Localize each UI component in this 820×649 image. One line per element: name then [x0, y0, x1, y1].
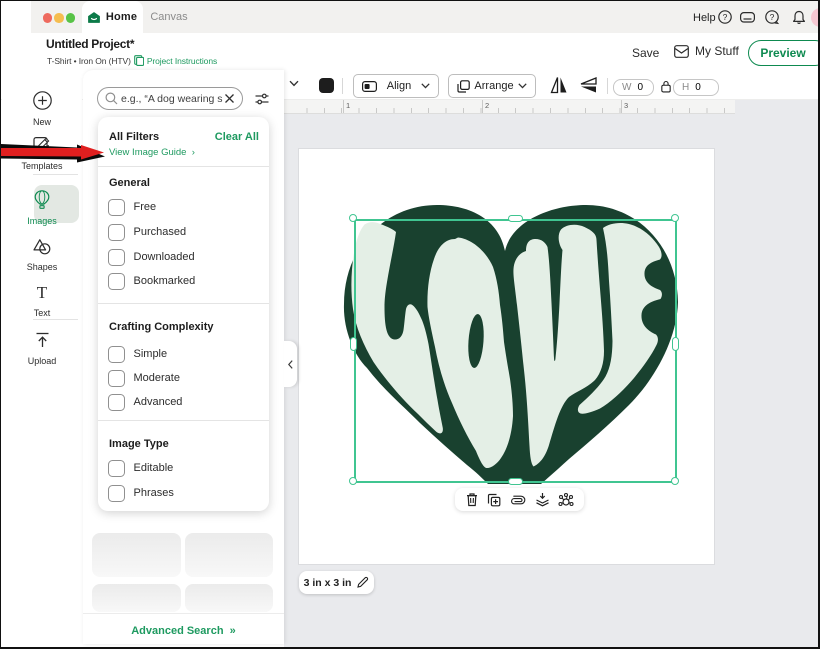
svg-text:?: ? [770, 12, 775, 22]
svg-text:T: T [37, 284, 48, 301]
svg-text:?: ? [722, 12, 727, 22]
